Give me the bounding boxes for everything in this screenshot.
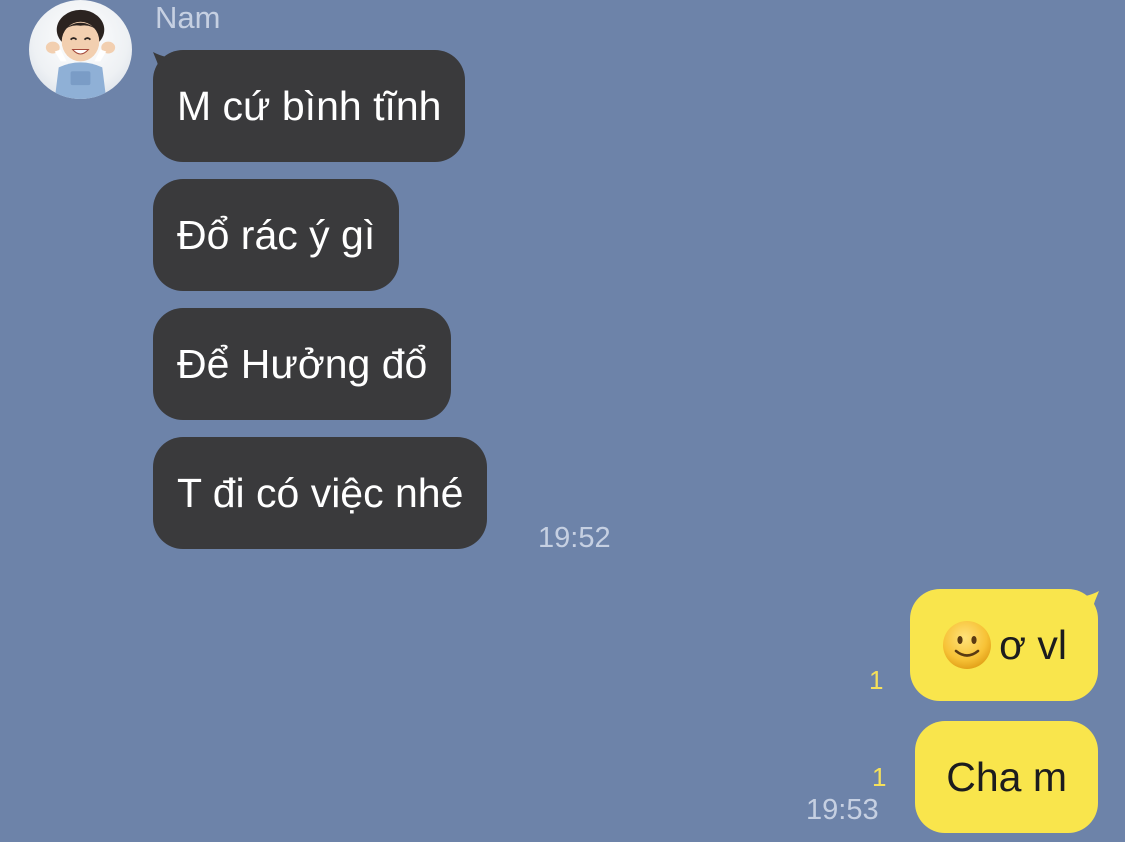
sender-name: Nam (155, 0, 221, 35)
incoming-message-bubble[interactable]: T đi có việc nhé (153, 437, 488, 549)
sender-avatar[interactable] (29, 0, 132, 99)
outgoing-message-bubble[interactable]: Cha m (915, 721, 1098, 833)
message-text: Để Hưởng đổ (177, 341, 428, 387)
message-text: Cha m (946, 754, 1067, 800)
incoming-message-bubble[interactable]: M cứ bình tĩnh (153, 50, 466, 162)
incoming-message-bubble[interactable]: Đổ rác ý gì (153, 179, 400, 291)
unread-count: 1 (869, 665, 884, 695)
message-text: M cứ bình tĩnh (177, 83, 442, 129)
incoming-message-bubble[interactable]: Để Hưởng đổ (153, 308, 452, 420)
unread-count: 1 (872, 762, 887, 792)
message-text: Đổ rác ý gì (177, 212, 376, 258)
slightly-smiling-face-icon (941, 619, 993, 671)
message-text: ơ vl (999, 622, 1067, 668)
outgoing-timestamp: 19:53 (806, 794, 879, 826)
outgoing-message-bubble[interactable]: ơ vl (910, 589, 1098, 701)
incoming-timestamp: 19:52 (538, 522, 611, 554)
child-portrait-avatar (45, 9, 116, 99)
message-text: T đi có việc nhé (177, 470, 464, 516)
